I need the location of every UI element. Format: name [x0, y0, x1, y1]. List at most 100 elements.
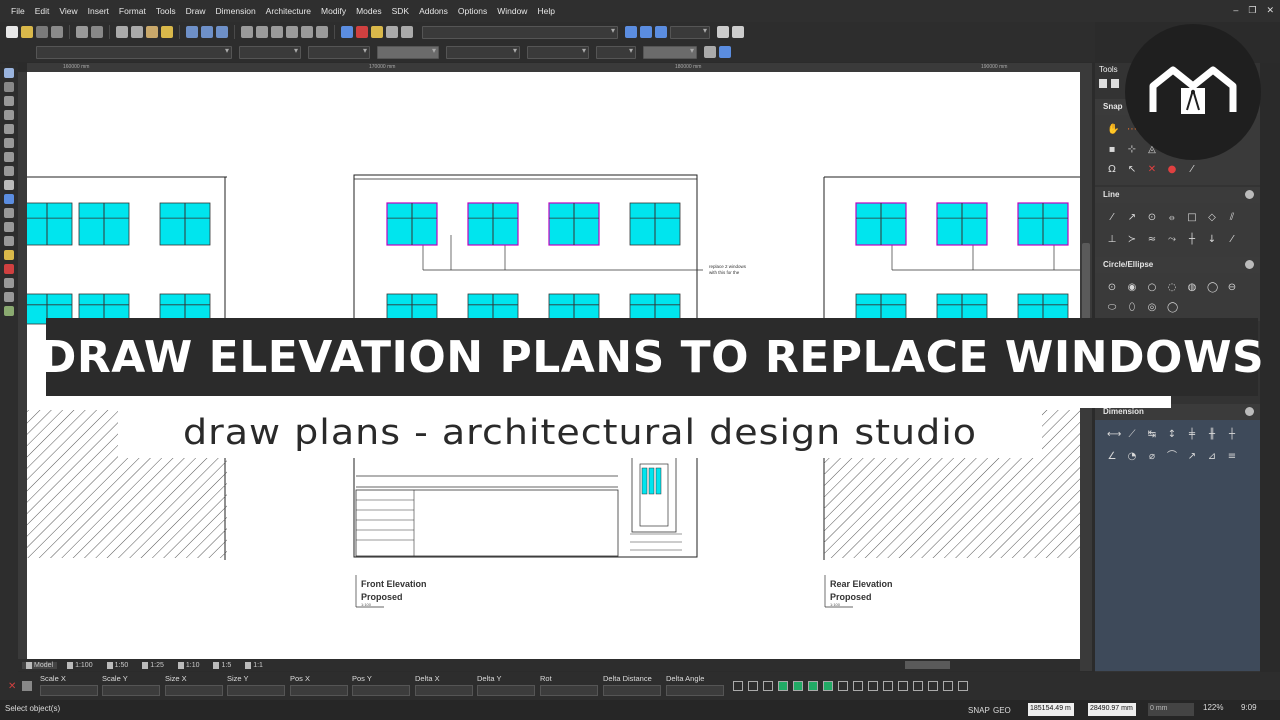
snap-mode-icon[interactable]: [748, 681, 758, 691]
menu-view[interactable]: View: [54, 0, 82, 22]
snap-icon[interactable]: [4, 264, 14, 274]
circle-2p-icon[interactable]: ○: [1147, 283, 1157, 293]
offset-field[interactable]: 0 mm: [1148, 703, 1194, 716]
snap-mode-icon[interactable]: [808, 681, 818, 691]
collapse-icon[interactable]: [1245, 190, 1254, 199]
line-polygon-icon[interactable]: ◇: [1207, 213, 1217, 223]
dim-tolerance-icon[interactable]: ⊿: [1207, 452, 1217, 462]
copy-icon[interactable]: [131, 26, 143, 38]
grid-icon[interactable]: [341, 26, 353, 38]
geo-toggle[interactable]: GEO: [993, 706, 1011, 715]
tab-1-1[interactable]: 1:1: [241, 661, 267, 669]
snap-mode-icon[interactable]: [778, 681, 788, 691]
menu-help[interactable]: Help: [532, 0, 559, 22]
dim-vertical-icon[interactable]: ↕: [1167, 430, 1177, 440]
undo-icon[interactable]: [186, 26, 198, 38]
line-bisector-icon[interactable]: ≻: [1127, 235, 1137, 245]
redo-icon[interactable]: [201, 26, 213, 38]
menu-options[interactable]: Options: [453, 0, 492, 22]
measure-icon[interactable]: [4, 236, 14, 246]
snap-end-icon[interactable]: ▪: [1107, 145, 1117, 155]
restore-icon[interactable]: ❐: [1248, 5, 1256, 16]
snap-angle-icon[interactable]: ↖: [1127, 165, 1137, 175]
prop-input[interactable]: [102, 685, 160, 696]
circle-center-icon[interactable]: ⊙: [1107, 283, 1117, 293]
snap-mode-icon[interactable]: [838, 681, 848, 691]
zoom-pan-icon[interactable]: [316, 26, 328, 38]
snap-ortho-icon[interactable]: ⁄: [1187, 165, 1197, 175]
history-icon[interactable]: [216, 26, 228, 38]
line-angle-icon[interactable]: ↗: [1127, 213, 1137, 223]
snap-mode-icon[interactable]: [763, 681, 773, 691]
line-icon[interactable]: [4, 96, 14, 106]
menu-addons[interactable]: Addons: [414, 0, 453, 22]
snap-intersection-icon[interactable]: ✕: [1147, 165, 1157, 175]
text-icon[interactable]: [4, 180, 14, 190]
polyline-icon[interactable]: [4, 152, 14, 162]
draft-mode-icon[interactable]: [356, 26, 368, 38]
circle-section-header[interactable]: Circle/Ellipse: [1095, 257, 1260, 273]
paste-icon[interactable]: [146, 26, 158, 38]
menu-draw[interactable]: Draw: [181, 0, 211, 22]
snap-restrict-icon[interactable]: Ω: [1107, 165, 1117, 175]
menu-file[interactable]: File: [6, 0, 30, 22]
prop-input[interactable]: [165, 685, 223, 696]
library-icon[interactable]: [401, 26, 413, 38]
select-icon[interactable]: [4, 68, 14, 78]
snap-mode-icon[interactable]: [733, 681, 743, 691]
dim-baseline-icon[interactable]: ╪: [1187, 430, 1197, 440]
ellipse-arc-icon[interactable]: ⬯: [1127, 303, 1137, 313]
collapse-icon[interactable]: [1245, 260, 1254, 269]
snap-toggle[interactable]: SNAP: [968, 706, 990, 715]
prop-input[interactable]: [290, 685, 348, 696]
layer-list-icon[interactable]: [4, 292, 14, 302]
hatch-combo[interactable]: [596, 45, 636, 59]
zoom-previous-icon[interactable]: [301, 26, 313, 38]
snap-reference-icon[interactable]: ●: [1167, 165, 1177, 175]
dim-horizontal-icon[interactable]: ↹: [1147, 430, 1157, 440]
zoom-auto-icon[interactable]: [286, 26, 298, 38]
point-icon[interactable]: [4, 82, 14, 92]
brush-icon[interactable]: [161, 26, 173, 38]
line-rect-icon[interactable]: □: [1187, 213, 1197, 223]
prop-input[interactable]: [40, 685, 98, 696]
size-combo[interactable]: [239, 45, 301, 59]
linetype-icon[interactable]: [640, 26, 652, 38]
close-icon[interactable]: ✕: [1266, 5, 1274, 16]
tab-1-5[interactable]: 1:5: [209, 661, 235, 669]
snap-mode-icon[interactable]: [943, 681, 953, 691]
snap-mode-icon[interactable]: [793, 681, 803, 691]
line-offset-icon[interactable]: ⤳: [1167, 235, 1177, 245]
menu-edit[interactable]: Edit: [30, 0, 55, 22]
menu-sdk[interactable]: SDK: [387, 0, 414, 22]
snap-mode-icon[interactable]: [928, 681, 938, 691]
linetype-combo[interactable]: [446, 45, 520, 59]
coord-x-field[interactable]: 185154.49 m: [1028, 703, 1074, 716]
prop-input[interactable]: [227, 685, 285, 696]
cut-icon[interactable]: [116, 26, 128, 38]
lineweight-combo[interactable]: [670, 25, 710, 39]
ellipse-icon[interactable]: ⬭: [1107, 303, 1117, 313]
block-icon[interactable]: [386, 26, 398, 38]
prop-input[interactable]: [666, 685, 724, 696]
block-list-icon[interactable]: [4, 278, 14, 288]
play-icon[interactable]: [1099, 79, 1107, 88]
line-horizontal-icon[interactable]: ↓: [1207, 235, 1217, 245]
prop-input[interactable]: [415, 685, 473, 696]
circle-concentric-icon[interactable]: ◯: [1207, 283, 1218, 293]
print-preview-icon[interactable]: [91, 26, 103, 38]
snap-mode-icon[interactable]: [853, 681, 863, 691]
circle-tangent-icon[interactable]: ◍: [1187, 283, 1197, 293]
prop-input[interactable]: [477, 685, 535, 696]
menu-window[interactable]: Window: [492, 0, 532, 22]
tab-model[interactable]: Model: [22, 661, 58, 669]
line-section-header[interactable]: Line: [1095, 187, 1260, 203]
ellipse-rotated-icon[interactable]: ◎: [1147, 303, 1157, 313]
coord-y-field[interactable]: 28490.97 mm: [1088, 703, 1136, 716]
dim-angular-icon[interactable]: ∠: [1107, 452, 1117, 462]
layer-combo[interactable]: [422, 25, 618, 39]
properties-icon[interactable]: [717, 26, 729, 38]
line-parallel-icon[interactable]: ⫽: [1227, 213, 1237, 223]
snap-mode-icon[interactable]: [868, 681, 878, 691]
lock-icon[interactable]: [22, 681, 32, 691]
